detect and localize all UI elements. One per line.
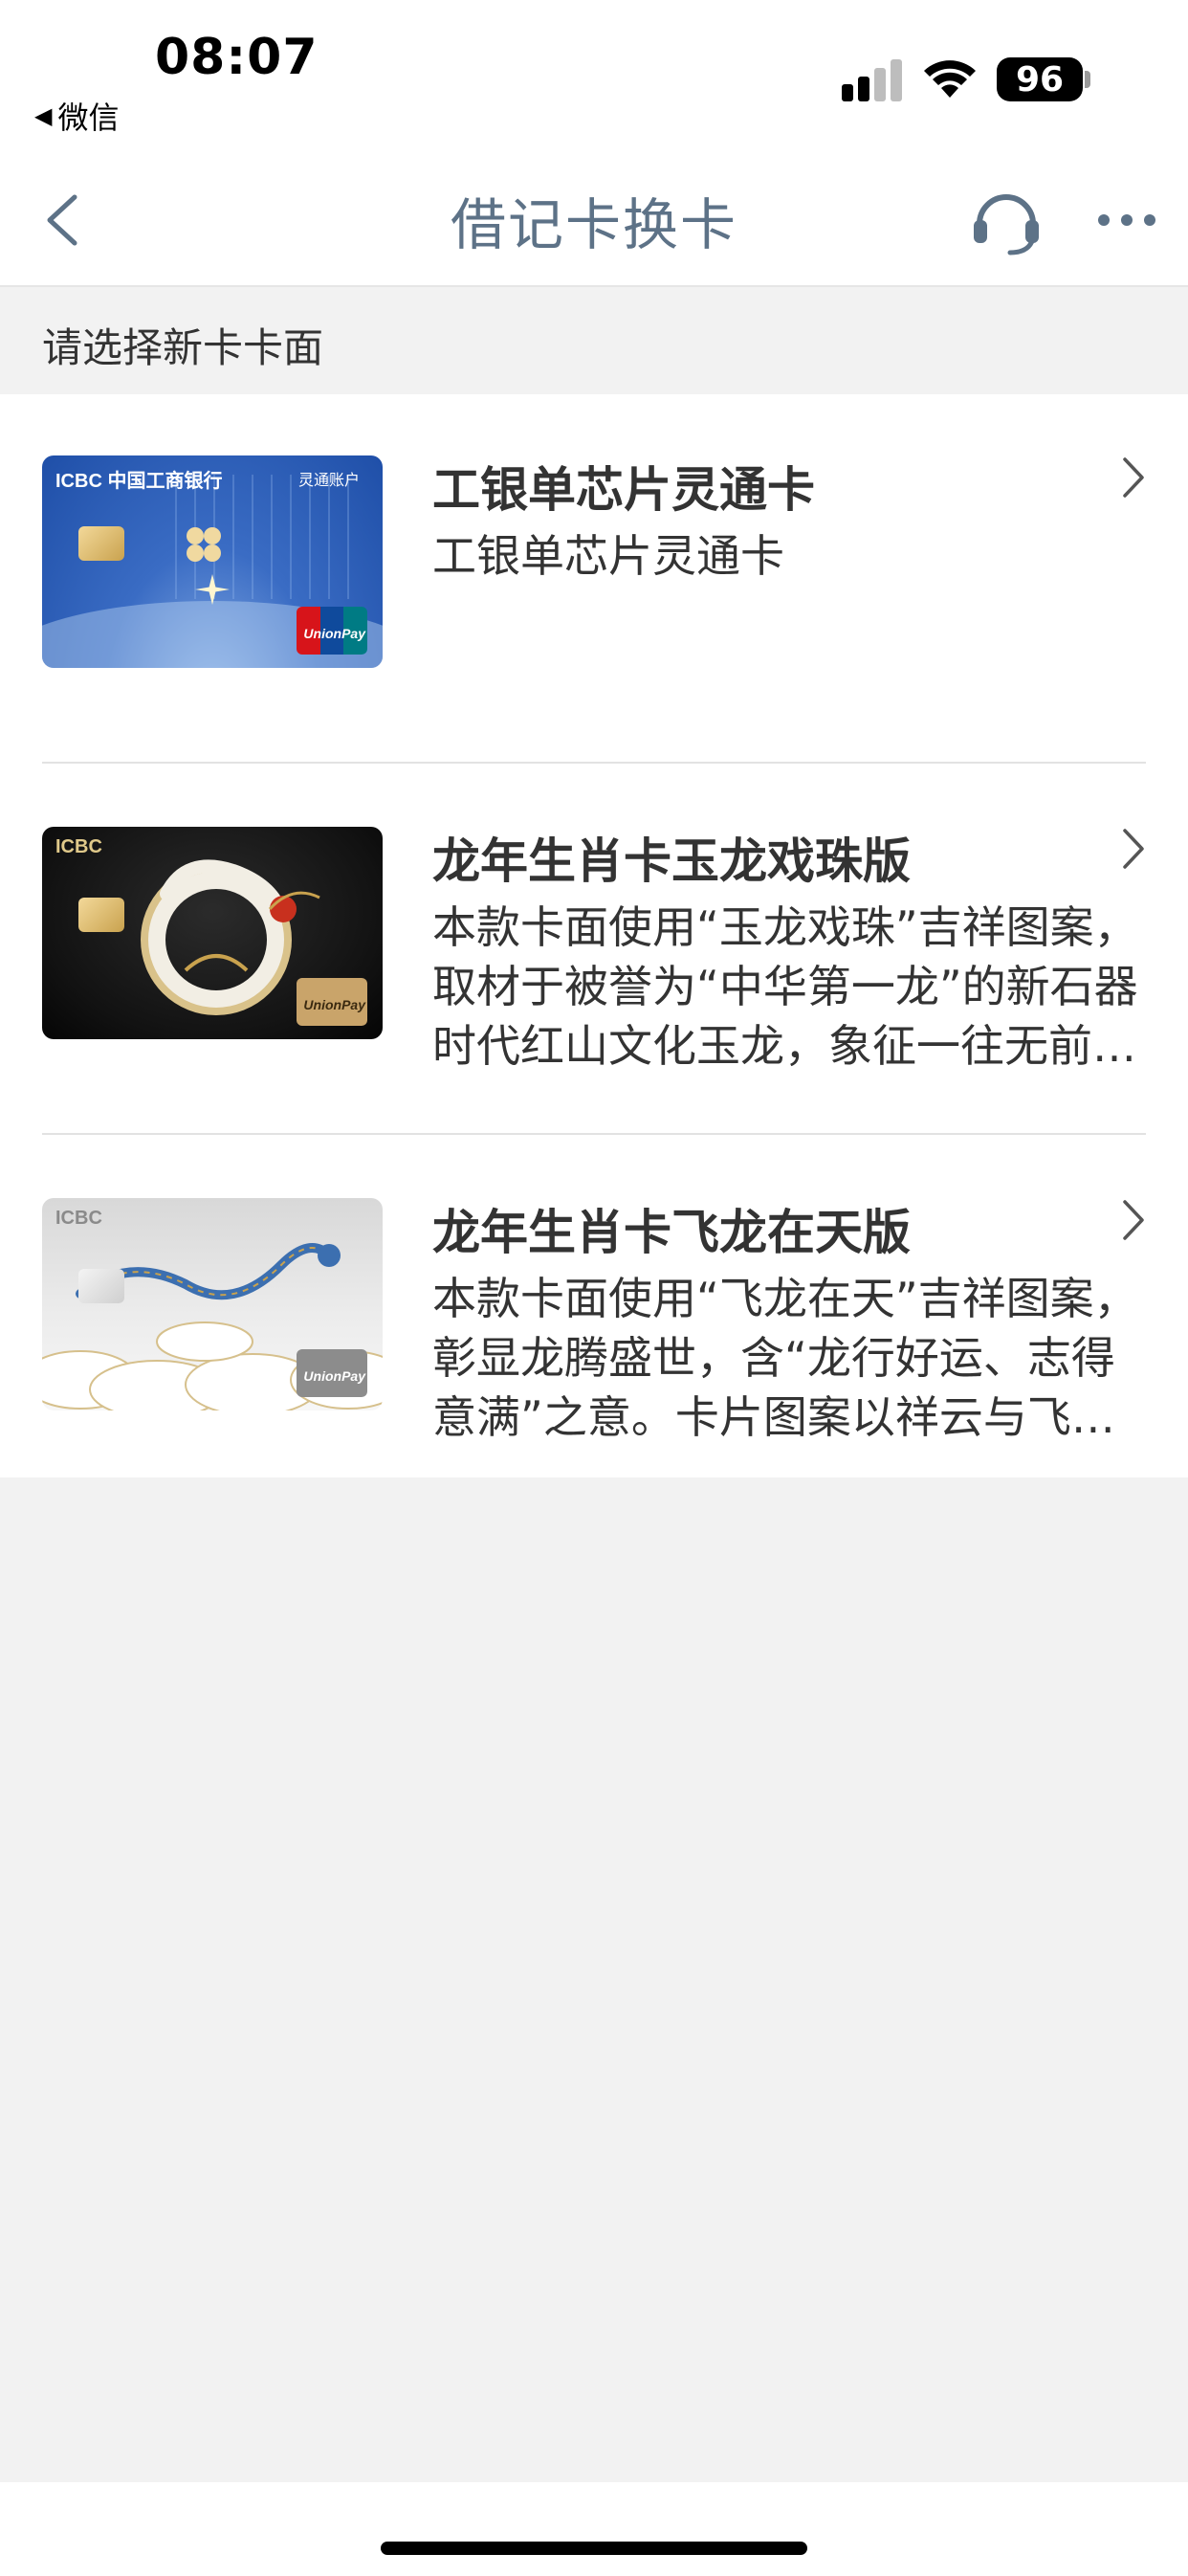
back-to-app-link[interactable]: ◀ 微信 [34,94,119,138]
chevron-left-icon[interactable] [38,189,86,251]
card-description: 本款卡面使用“玉龙戏珠”吉祥图案，取材于被誉为“中华第一龙”的新石器时代红山文化… [432,901,1138,1072]
unionpay-text: UnionPay [303,1368,365,1384]
more-horizontal-icon[interactable] [1096,201,1157,239]
card-face-list: ICBC 中国工商银行 灵通账户 UnionPay 工银单芯片灵通卡 工银单芯片… [0,394,1188,1477]
card-option-jade-dragon[interactable]: ICBC UnionPay 龙年生肖卡玉龙戏珠版 本款卡面使用“玉龙戏珠”吉祥图… [0,766,1188,1135]
chevron-right-icon [1123,1200,1144,1240]
card-option-lingtong[interactable]: ICBC 中国工商银行 灵通账户 UnionPay 工银单芯片灵通卡 工银单芯片… [0,394,1188,764]
status-time: 08:07 [155,29,319,86]
back-triangle-icon: ◀ [34,102,53,129]
bottom-bar [0,2482,1188,2576]
battery-indicator: 96 [997,57,1083,101]
card-option-flying-dragon[interactable]: ICBC UnionPay 龙年生肖卡飞龙在天版 本款卡面使用“飞龙在天”吉祥图… [0,1137,1188,1506]
card-title: 工银单芯片灵通卡 [432,462,815,518]
unionpay-text: UnionPay [303,997,365,1012]
card-brand-text: ICBC [55,1208,102,1229]
card-title: 龙年生肖卡玉龙戏珠版 [432,833,911,889]
card-description: 本款卡面使用“飞龙在天”吉祥图案，彰显龙腾盛世，含“龙行好运、志得意满”之意。卡… [432,1273,1138,1443]
unionpay-text: UnionPay [303,626,365,641]
back-app-label: 微信 [57,100,120,136]
headset-icon[interactable] [968,182,1045,258]
card-image-blue: ICBC 中国工商银行 灵通账户 UnionPay [42,455,383,668]
chip-icon [78,898,124,932]
status-bar: 08:07 ◀ 微信 96 [0,0,1188,153]
chip-icon [78,526,124,561]
home-indicator[interactable] [381,2542,807,2555]
card-corner-text: 灵通账户 [297,471,360,489]
chevron-right-icon [1123,829,1144,869]
battery-level: 96 [1015,59,1065,100]
chevron-right-icon [1123,457,1144,498]
card-description: 工银单芯片灵通卡 [432,530,784,582]
chip-icon [78,1269,124,1303]
wifi-icon [924,60,976,98]
divider [42,1133,1146,1135]
cellular-signal-icon [842,59,902,101]
section-label: 请选择新卡卡面 [42,324,324,371]
divider [42,762,1146,764]
card-image-white: ICBC UnionPay [42,1198,383,1410]
card-brand-text: ICBC [55,836,102,857]
card-title: 龙年生肖卡飞龙在天版 [432,1205,911,1260]
card-image-black: ICBC UnionPay [42,827,383,1039]
card-brand-text: ICBC 中国工商银行 [55,471,223,492]
nav-bar: 借记卡换卡 [0,153,1188,287]
battery-cap [1085,71,1090,88]
